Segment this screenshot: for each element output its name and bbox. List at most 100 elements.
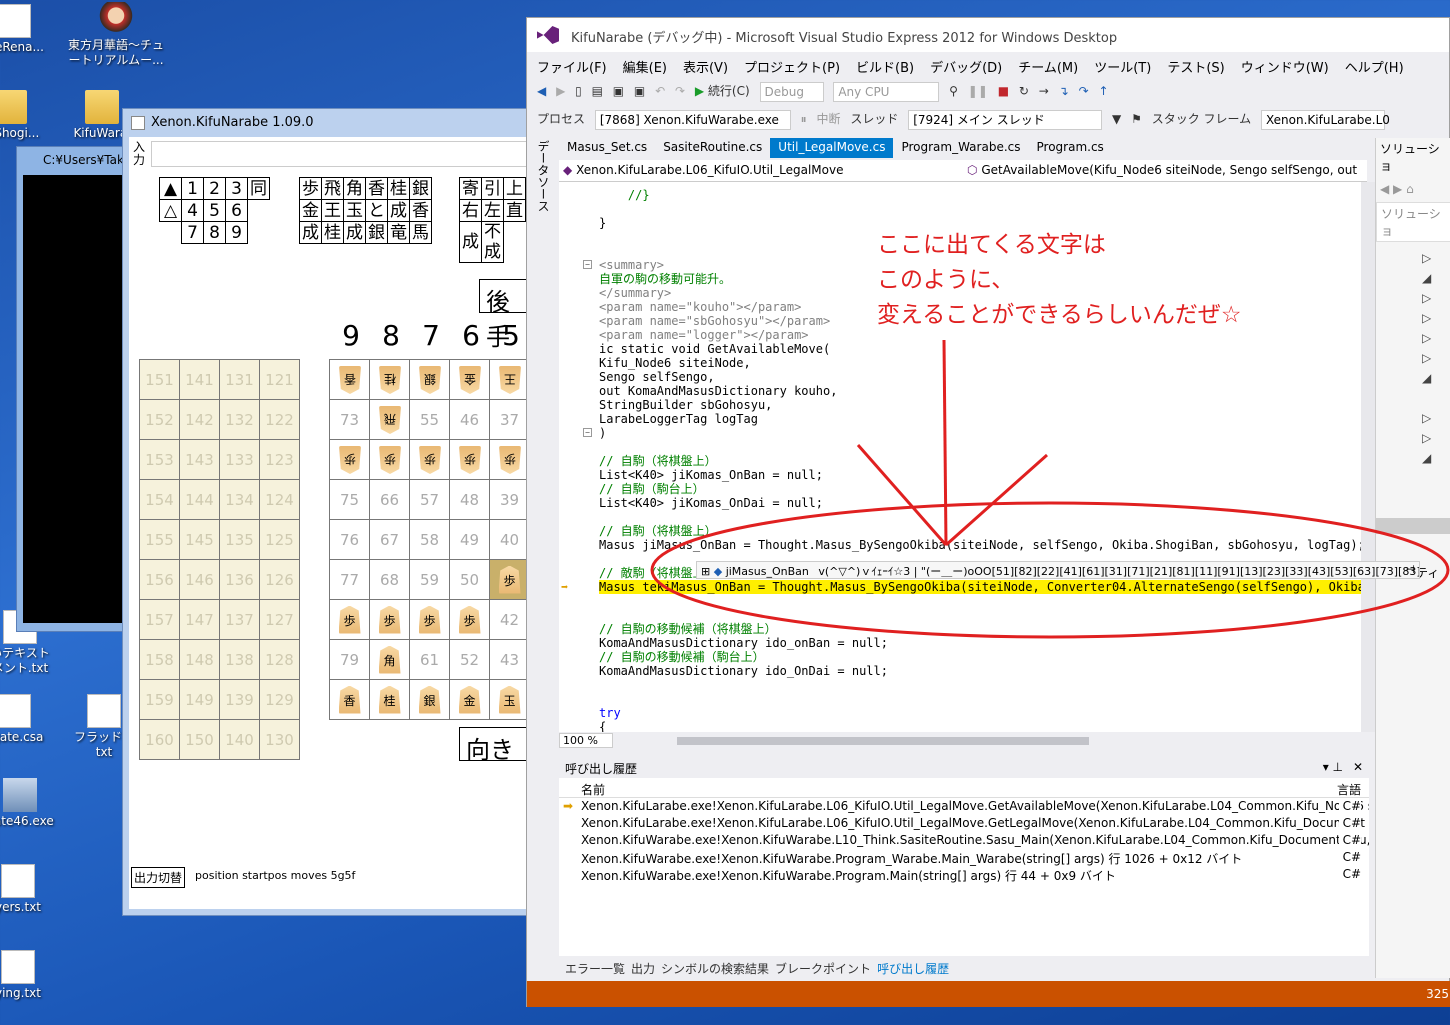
call-stack-row[interactable]: Xenon.KifuWarabe.exe!Xenon.KifuWarabe.Pr… — [559, 866, 1369, 883]
redo-icon[interactable]: ↷ — [675, 82, 685, 102]
collapse-icon[interactable]: − — [583, 260, 592, 269]
pad-cell[interactable]: 玉 — [343, 199, 366, 222]
new-project-icon[interactable]: ▯ — [575, 82, 582, 102]
shogi-piece[interactable]: 銀 — [418, 685, 441, 714]
komadai-cell[interactable]: 154 — [139, 479, 180, 520]
step-into-icon[interactable]: ↴ — [1059, 82, 1069, 102]
board-square[interactable]: 55 — [409, 399, 450, 440]
menu-item[interactable]: 編集(E) — [623, 61, 667, 76]
pad-cell[interactable]: 銀 — [409, 177, 432, 200]
shogi-piece[interactable]: 飛 — [379, 406, 401, 434]
shogi-piece[interactable]: 歩 — [458, 605, 481, 634]
board-square[interactable]: 香 — [329, 359, 370, 400]
komadai-cell[interactable]: 137 — [219, 599, 260, 640]
komadai-cell[interactable]: 155 — [139, 519, 180, 560]
pad-cell[interactable]: 8 — [203, 221, 226, 244]
desktop-icon-dgate-csa[interactable]: dgate.csa — [0, 694, 54, 745]
save-icon[interactable]: ▣ — [613, 82, 624, 102]
board-square[interactable]: 飛 — [369, 399, 410, 440]
call-stack-row[interactable]: Xenon.KifuLarabe.exe!Xenon.KifuLarabe.L0… — [559, 815, 1369, 832]
step-over-icon[interactable]: ↷ — [1079, 82, 1089, 102]
panel-splitter[interactable] — [1376, 518, 1450, 534]
pad-cell[interactable]: 1 — [181, 177, 204, 200]
pad-cell[interactable]: 成 — [459, 221, 482, 263]
desktop-icon-shogi-folder[interactable]: 4_Shogi... — [0, 90, 50, 141]
board-square[interactable]: 歩 — [489, 559, 530, 600]
desktop-icon-touhou[interactable]: 東方月華語～チュートリアルムー... — [64, 2, 168, 68]
menu-item[interactable]: ビルド(B) — [856, 61, 914, 76]
komadai-cell[interactable]: 141 — [179, 359, 220, 400]
shogi-piece[interactable]: 歩 — [378, 605, 401, 634]
continue-button[interactable]: ▶ 続行(C) — [695, 82, 750, 102]
bottom-tab[interactable]: 呼び出し履歴 — [877, 962, 949, 976]
horizontal-scrollbar[interactable] — [677, 737, 1089, 745]
pad-cell[interactable]: 飛 — [321, 177, 344, 200]
komadai-cell[interactable]: 122 — [259, 399, 300, 440]
stack-frame-combo[interactable]: Xenon.KifuLarabe.L0 — [1260, 110, 1390, 130]
shogi-piece[interactable]: 歩 — [338, 605, 361, 634]
pad-cell[interactable]: と — [365, 199, 388, 222]
document-tab[interactable]: Program.cs — [1029, 138, 1112, 158]
board-square[interactable]: 59 — [409, 559, 450, 600]
pad-cell[interactable]: 不成 — [481, 221, 504, 263]
komadai-cell[interactable]: 135 — [219, 519, 260, 560]
board-square[interactable]: 銀 — [409, 359, 450, 400]
komadai-cell[interactable]: 128 — [259, 639, 300, 680]
komadai-cell[interactable]: 152 — [139, 399, 180, 440]
pad-cell[interactable]: 香 — [365, 177, 388, 200]
pad-cell[interactable]: 5 — [203, 199, 226, 222]
komadai-cell[interactable]: 136 — [219, 559, 260, 600]
komadai-cell[interactable]: 131 — [219, 359, 260, 400]
shogi-piece[interactable]: 歩 — [498, 565, 521, 594]
step-out-icon[interactable]: ↑ — [1098, 82, 1108, 102]
pad-cell[interactable]: 9 — [225, 221, 248, 244]
board-square[interactable]: 香 — [329, 679, 370, 720]
desktop-icon-filerena[interactable]: fileRena... — [0, 4, 54, 55]
komadai-cell[interactable]: 133 — [219, 439, 260, 480]
komadai-cell[interactable]: 146 — [179, 559, 220, 600]
menu-item[interactable]: チーム(M) — [1018, 61, 1078, 76]
board-square[interactable]: 玉 — [489, 679, 530, 720]
pad-cell[interactable]: 歩 — [299, 177, 322, 200]
shogi-piece[interactable]: 金 — [459, 366, 481, 394]
komadai-cell[interactable]: 130 — [259, 719, 300, 760]
shogi-piece[interactable]: 金 — [458, 685, 481, 714]
pad-cell[interactable]: 成 — [343, 221, 366, 244]
pad-cell[interactable] — [504, 222, 526, 263]
menu-item[interactable]: デバッグ(D) — [930, 61, 1002, 76]
board-square[interactable]: 金 — [449, 679, 490, 720]
board-square[interactable]: 歩 — [329, 439, 370, 480]
pin-icon[interactable]: ▾ ⊥ — [1323, 760, 1343, 774]
menu-item[interactable]: テスト(S) — [1167, 61, 1224, 76]
shogi-piece[interactable]: 歩 — [419, 446, 441, 474]
board-square[interactable]: 75 — [329, 479, 370, 520]
call-stack-row[interactable]: Xenon.KifuWarabe.exe!Xenon.KifuWarabe.Pr… — [559, 849, 1369, 866]
restart-icon[interactable]: ↻ — [1019, 82, 1029, 102]
board-square[interactable]: 銀 — [409, 679, 450, 720]
column-name[interactable]: 名前 — [581, 783, 605, 797]
board-square[interactable]: 68 — [369, 559, 410, 600]
thread-combo[interactable]: [7924] メイン スレッド — [908, 110, 1103, 130]
pad-cell[interactable]: 同 — [247, 177, 270, 200]
back-icon[interactable]: ◀ — [537, 82, 546, 102]
desktop-icon-players-txt[interactable]: yers.txt — [0, 864, 58, 915]
visual-studio-window[interactable]: KifuNarabe (デバッグ中) - Microsoft Visual St… — [526, 17, 1450, 1007]
pad-cell[interactable]: 左 — [481, 199, 504, 222]
input-field[interactable] — [151, 141, 531, 167]
pad-cell[interactable]: 右 — [459, 199, 482, 222]
board-square[interactable]: 73 — [329, 399, 370, 440]
komadai-cell[interactable]: 126 — [259, 559, 300, 600]
desktop-icon-playing-txt[interactable]: ying.txt — [0, 950, 58, 1001]
zoom-combo[interactable]: 100 % — [559, 733, 613, 748]
suspend-label[interactable]: 中断 — [817, 110, 841, 130]
pad-cell[interactable]: 角 — [343, 177, 366, 200]
pad-cell[interactable]: 王 — [321, 199, 344, 222]
board-square[interactable]: 40 — [489, 519, 530, 560]
board-square[interactable]: 歩 — [449, 439, 490, 480]
board-square[interactable]: 42 — [489, 599, 530, 640]
menu-item[interactable]: ツール(T) — [1094, 61, 1151, 76]
suspend-icon[interactable]: ⏸ — [801, 110, 807, 130]
pad-cell[interactable]: 桂 — [321, 221, 344, 244]
board-square[interactable]: 43 — [489, 639, 530, 680]
komadai-cell[interactable]: 125 — [259, 519, 300, 560]
